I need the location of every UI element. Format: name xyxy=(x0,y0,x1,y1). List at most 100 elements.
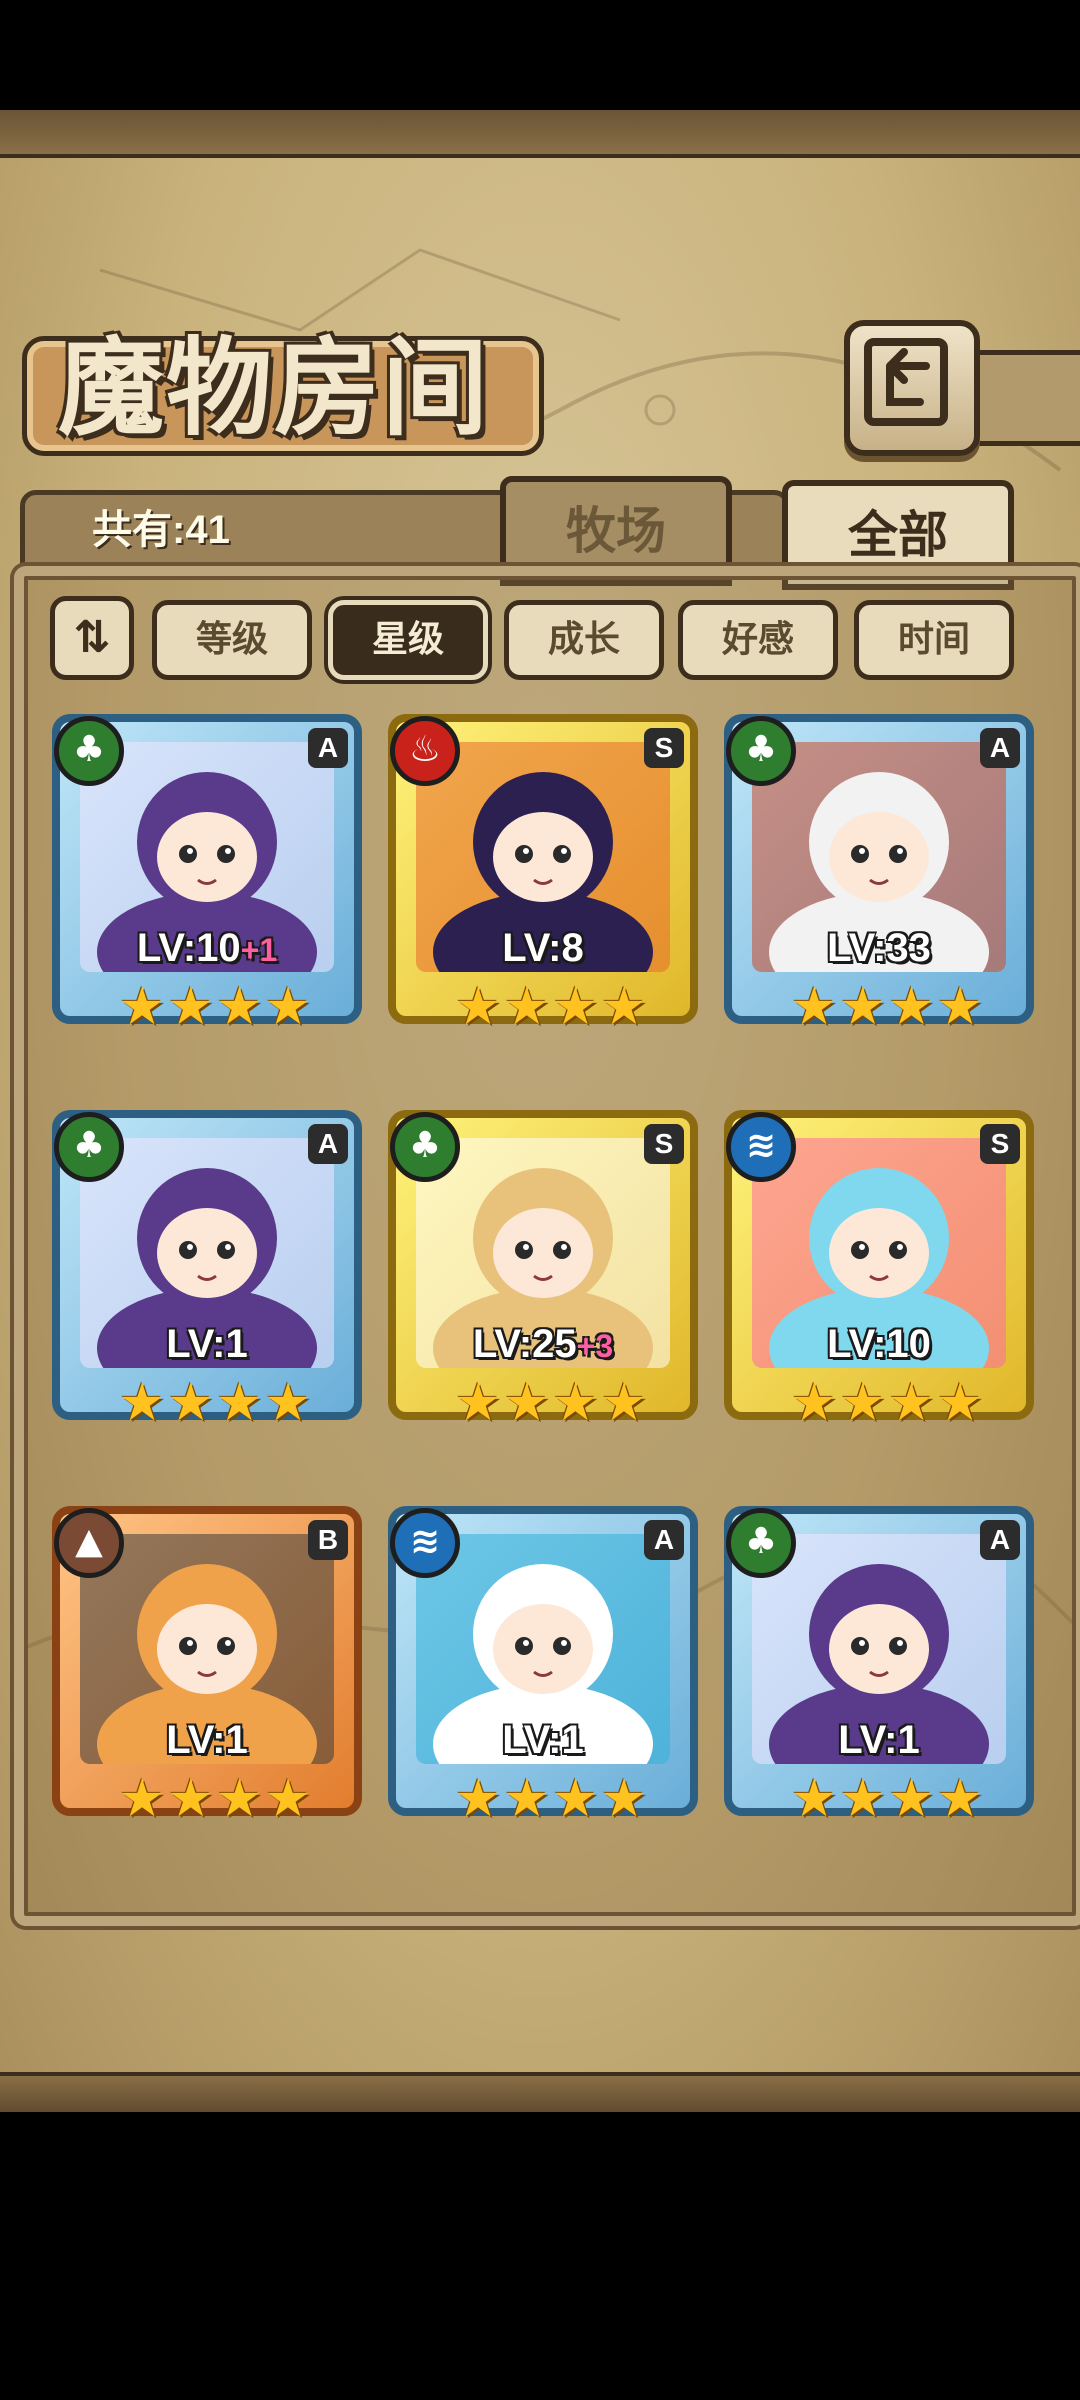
level-text: LV:1 xyxy=(502,1718,584,1762)
monster-level: LV:1 xyxy=(60,1322,354,1367)
star-icon: ★ xyxy=(552,1373,599,1433)
star-icon: ★ xyxy=(888,977,935,1037)
monster-level: LV:10 xyxy=(732,1322,1026,1367)
star-icon: ★ xyxy=(264,1373,312,1433)
water-element-icon: ≋ xyxy=(390,1508,460,1578)
monster-card[interactable]: ≋ S LV:10 ★ ★ ★ ★ xyxy=(724,1110,1034,1430)
top-wood-border xyxy=(0,110,1080,158)
rank-badge: S xyxy=(644,1124,684,1164)
monster-level: LV:1 xyxy=(60,1718,354,1763)
star-icon: ★ xyxy=(839,977,886,1037)
bottom-black-area xyxy=(0,2112,1080,2400)
star-rating: ★ ★ ★ ★ xyxy=(451,980,651,1034)
star-rating: ★ ★ ★ ★ xyxy=(115,1772,315,1826)
monster-card[interactable]: ♨ S LV:8 ★ ★ ★ ★ xyxy=(388,714,698,1034)
star-icon: ★ xyxy=(454,977,502,1037)
star-icon: ★ xyxy=(790,1769,838,1829)
star-icon: ★ xyxy=(503,1373,550,1433)
rank-badge: A xyxy=(308,1124,348,1164)
level-text: LV:10 xyxy=(827,1322,931,1366)
star-icon: ★ xyxy=(454,1769,502,1829)
earth-element-icon: ▲ xyxy=(54,1508,124,1578)
status-bar-area xyxy=(0,0,1080,110)
grass-element-icon: ♣ xyxy=(726,716,796,786)
return-icon xyxy=(864,338,948,426)
monster-level: LV:8 xyxy=(396,926,690,971)
monster-card[interactable]: ♣ A LV:10+1 ★ ★ ★ ★ xyxy=(52,714,362,1034)
star-icon: ★ xyxy=(167,1769,214,1829)
rank-badge: S xyxy=(980,1124,1020,1164)
monster-count: 共有:41 xyxy=(92,508,230,552)
star-icon: ★ xyxy=(888,1769,935,1829)
monster-level: LV:10+1 xyxy=(60,926,354,971)
star-icon: ★ xyxy=(216,977,263,1037)
level-text: LV:25 xyxy=(472,1322,577,1366)
star-icon: ★ xyxy=(216,1373,263,1433)
monster-level: LV:1 xyxy=(732,1718,1026,1763)
page-title: 魔物房间 xyxy=(58,325,490,450)
monster-card[interactable]: ≋ A LV:1 ★ ★ ★ ★ xyxy=(388,1506,698,1826)
rank-badge: A xyxy=(644,1520,684,1560)
monster-card[interactable]: ▲ B LV:1 ★ ★ ★ ★ xyxy=(52,1506,362,1826)
star-icon: ★ xyxy=(454,1373,502,1433)
star-icon: ★ xyxy=(936,977,984,1037)
star-rating: ★ ★ ★ ★ xyxy=(787,1772,987,1826)
monster-card[interactable]: ♣ A LV:1 ★ ★ ★ ★ xyxy=(724,1506,1034,1826)
star-icon: ★ xyxy=(118,1373,166,1433)
sort-star-button[interactable]: 星级 xyxy=(328,600,488,680)
star-rating: ★ ★ ★ ★ xyxy=(451,1772,651,1826)
grass-element-icon: ♣ xyxy=(726,1508,796,1578)
sort-order-toggle[interactable]: ⇅ xyxy=(50,596,134,680)
back-button-rail xyxy=(966,350,1080,446)
rank-badge: A xyxy=(308,728,348,768)
monster-level: LV:33 xyxy=(732,926,1026,971)
star-icon: ★ xyxy=(839,1373,886,1433)
sort-order-icon: ⇅ xyxy=(73,612,111,663)
level-bonus: +3 xyxy=(576,1328,614,1364)
star-icon: ★ xyxy=(503,1769,550,1829)
monster-level: LV:1 xyxy=(396,1718,690,1763)
monster-card[interactable]: ♣ S LV:25+3 ★ ★ ★ ★ xyxy=(388,1110,698,1430)
rank-badge: S xyxy=(644,728,684,768)
star-icon: ★ xyxy=(600,1769,648,1829)
sort-level-button[interactable]: 等级 xyxy=(152,600,312,680)
star-icon: ★ xyxy=(790,1373,838,1433)
bottom-wood-border xyxy=(0,2072,1080,2116)
sort-time-button[interactable]: 时间 xyxy=(854,600,1014,680)
monster-card[interactable]: ♣ A LV:1 ★ ★ ★ ★ xyxy=(52,1110,362,1430)
water-element-icon: ≋ xyxy=(726,1112,796,1182)
star-icon: ★ xyxy=(167,1373,214,1433)
level-text: LV:1 xyxy=(838,1718,920,1762)
rank-badge: B xyxy=(308,1520,348,1560)
star-icon: ★ xyxy=(264,1769,312,1829)
level-text: LV:1 xyxy=(166,1718,248,1762)
star-icon: ★ xyxy=(216,1769,263,1829)
star-icon: ★ xyxy=(839,1769,886,1829)
monster-card[interactable]: ♣ A LV:33 ★ ★ ★ ★ xyxy=(724,714,1034,1034)
sort-affection-button[interactable]: 好感 xyxy=(678,600,838,680)
star-icon: ★ xyxy=(600,1373,648,1433)
grass-element-icon: ♣ xyxy=(54,716,124,786)
rank-badge: A xyxy=(980,728,1020,768)
star-rating: ★ ★ ★ ★ xyxy=(115,980,315,1034)
level-text: LV:8 xyxy=(502,926,584,970)
level-text: LV:33 xyxy=(827,926,931,970)
star-rating: ★ ★ ★ ★ xyxy=(787,980,987,1034)
star-rating: ★ ★ ★ ★ xyxy=(787,1376,987,1430)
grass-element-icon: ♣ xyxy=(54,1112,124,1182)
star-icon: ★ xyxy=(936,1769,984,1829)
star-icon: ★ xyxy=(790,977,838,1037)
level-text: LV:10 xyxy=(136,926,241,970)
back-button[interactable] xyxy=(844,320,980,456)
grass-element-icon: ♣ xyxy=(390,1112,460,1182)
rank-badge: A xyxy=(980,1520,1020,1560)
sort-growth-button[interactable]: 成长 xyxy=(504,600,664,680)
star-icon: ★ xyxy=(888,1373,935,1433)
star-icon: ★ xyxy=(118,1769,166,1829)
level-bonus: +1 xyxy=(240,932,278,968)
fire-element-icon: ♨ xyxy=(390,716,460,786)
star-icon: ★ xyxy=(936,1373,984,1433)
star-rating: ★ ★ ★ ★ xyxy=(451,1376,651,1430)
star-icon: ★ xyxy=(600,977,648,1037)
star-icon: ★ xyxy=(264,977,312,1037)
